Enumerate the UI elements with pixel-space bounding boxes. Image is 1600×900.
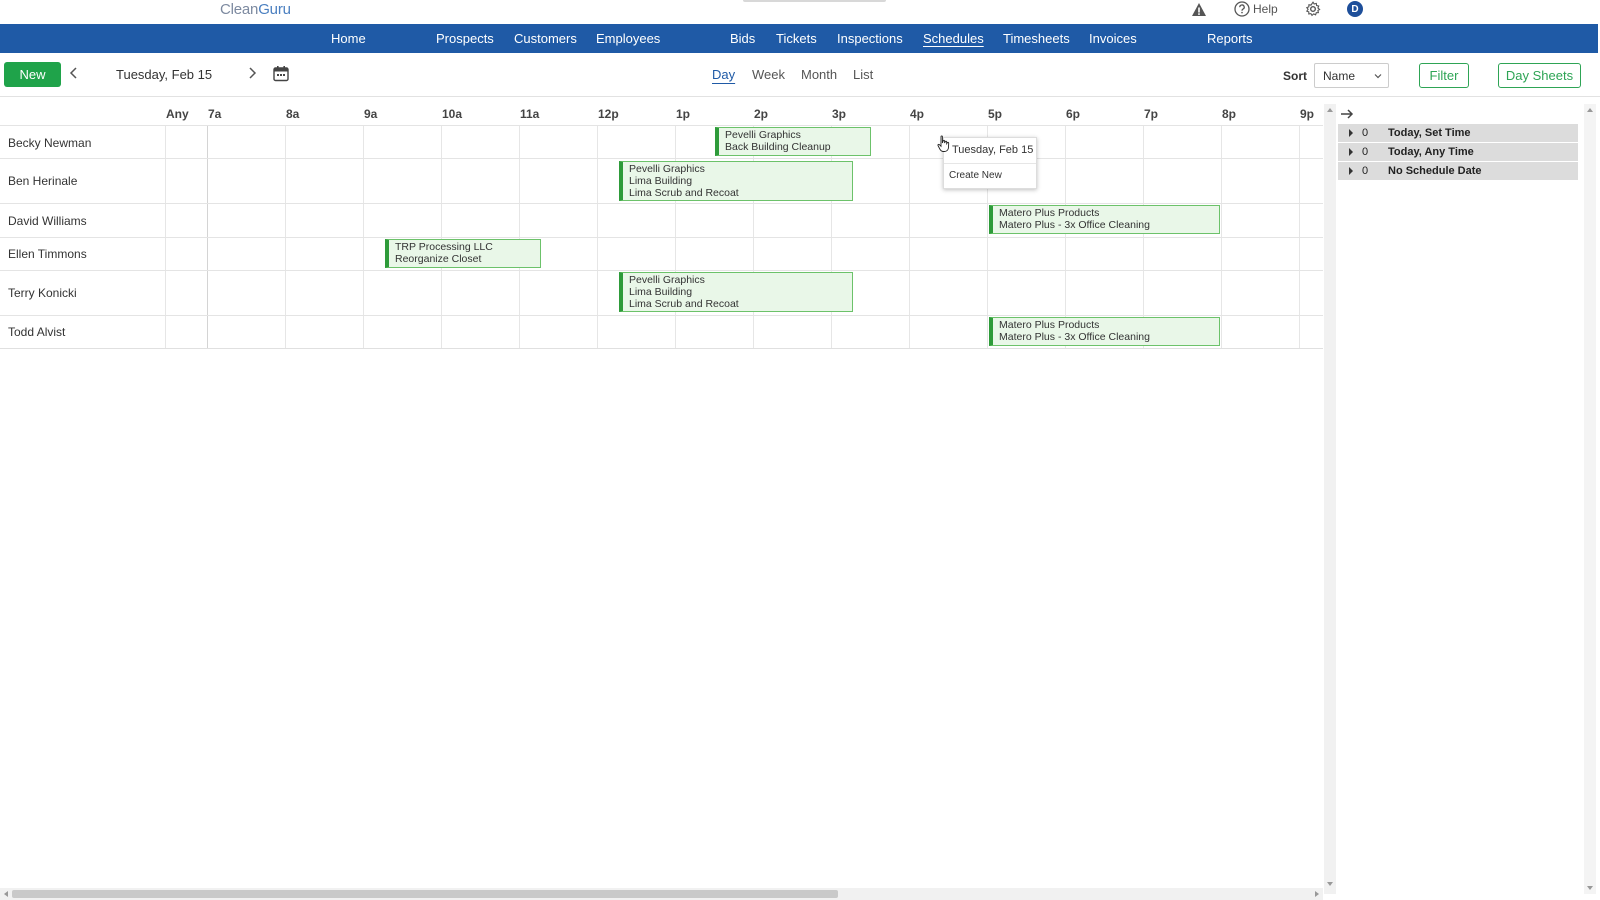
scroll-down-icon[interactable] xyxy=(1326,880,1334,888)
scroll-up-icon[interactable] xyxy=(1586,106,1594,114)
employee-name: Terry Konicki xyxy=(8,286,77,300)
scroll-down-icon[interactable] xyxy=(1586,884,1594,892)
warning-icon[interactable] xyxy=(1191,2,1207,18)
schedule-event[interactable]: Pevelli Graphics Back Building Cleanup xyxy=(715,127,871,156)
schedule-grid: Any 7a 8a 9a 10a 11a 12p 1p 2p 3p 4p 5p … xyxy=(0,101,1323,349)
view-tab-month[interactable]: Month xyxy=(801,67,837,82)
sort-label: Sort xyxy=(1283,69,1307,83)
side-group-today-set-time[interactable]: 0 Today, Set Time xyxy=(1338,124,1578,142)
hour-label: 8p xyxy=(1222,107,1237,121)
nav-prospects[interactable]: Prospects xyxy=(436,31,494,46)
day-sheets-button[interactable]: Day Sheets xyxy=(1498,63,1581,88)
view-tab-week[interactable]: Week xyxy=(752,67,785,82)
scroll-right-icon[interactable] xyxy=(1313,890,1321,898)
scroll-up-icon[interactable] xyxy=(1326,106,1334,114)
scroll-left-icon[interactable] xyxy=(2,890,10,898)
view-tab-list[interactable]: List xyxy=(853,67,873,82)
top-bar: CleanGuru Help D xyxy=(0,0,1600,24)
nav-employees[interactable]: Employees xyxy=(596,31,660,46)
side-group-no-schedule-date[interactable]: 0 No Schedule Date xyxy=(1338,162,1578,180)
view-tab-day[interactable]: Day xyxy=(712,67,735,82)
hour-label: 10a xyxy=(442,107,463,121)
user-avatar[interactable]: D xyxy=(1347,1,1363,17)
hour-label: 11a xyxy=(520,107,540,121)
group-count: 0 xyxy=(1362,146,1369,158)
current-date-label: Tuesday, Feb 15 xyxy=(116,67,213,82)
nav-timesheets[interactable]: Timesheets xyxy=(1003,31,1070,46)
nav-tickets[interactable]: Tickets xyxy=(776,31,817,46)
hour-label: 7p xyxy=(1144,107,1159,121)
nav-invoices[interactable]: Invoices xyxy=(1089,31,1137,46)
scrollbar-thumb[interactable] xyxy=(12,890,838,898)
nav-customers[interactable]: Customers xyxy=(514,31,577,46)
employee-name: Ellen Timmons xyxy=(8,247,87,261)
employee-name: David Williams xyxy=(8,214,87,228)
schedule-toolbar: New Tuesday, Feb 15 Day Week Month List … xyxy=(0,53,1600,97)
side-group-today-any-time[interactable]: 0 Today, Any Time xyxy=(1338,143,1578,161)
caret-right-icon xyxy=(1349,167,1353,175)
help-icon xyxy=(1234,1,1250,17)
panel-vertical-scrollbar[interactable] xyxy=(1584,104,1596,894)
schedule-event[interactable]: Matero Plus Products Matero Plus - 3x Of… xyxy=(989,205,1220,234)
filter-button[interactable]: Filter xyxy=(1419,63,1469,88)
group-label: No Schedule Date xyxy=(1388,165,1482,177)
employee-name: Becky Newman xyxy=(8,136,92,150)
group-label: Today, Set Time xyxy=(1388,127,1471,139)
popup-date: Tuesday, Feb 15 xyxy=(952,144,1034,156)
hour-label: 6p xyxy=(1066,107,1081,121)
help-link[interactable]: Help xyxy=(1234,0,1278,18)
new-schedule-popup: Tuesday, Feb 15 Create New xyxy=(943,137,1037,189)
employee-name: Ben Herinale xyxy=(8,174,78,188)
hour-label: Any xyxy=(166,107,189,121)
nav-inspections[interactable]: Inspections xyxy=(837,31,903,46)
hour-label: 4p xyxy=(910,107,925,121)
grid-horizontal-scrollbar[interactable] xyxy=(0,888,1323,900)
hour-label: 12p xyxy=(598,107,619,121)
caret-right-icon xyxy=(1349,148,1353,156)
calendar-icon[interactable] xyxy=(273,65,289,82)
hour-label: 3p xyxy=(832,107,847,121)
hour-label: 8a xyxy=(286,107,300,121)
create-new-link[interactable]: Create New xyxy=(949,170,1002,181)
main-nav: Home Prospects Customers Employees Bids … xyxy=(0,24,1598,53)
hour-label: 9p xyxy=(1300,107,1315,121)
employee-name: Todd Alvist xyxy=(8,325,66,339)
group-count: 0 xyxy=(1362,165,1369,177)
chevron-left-icon[interactable] xyxy=(66,65,82,81)
group-count: 0 xyxy=(1362,127,1369,139)
hour-label: 1p xyxy=(676,107,691,121)
hour-label: 7a xyxy=(208,107,222,121)
hour-label: 2p xyxy=(754,107,769,121)
gear-icon[interactable] xyxy=(1305,1,1321,17)
chevron-right-icon[interactable] xyxy=(244,65,260,81)
schedule-event[interactable]: Pevelli Graphics Lima Building Lima Scru… xyxy=(619,272,853,312)
popup-divider xyxy=(944,163,1036,164)
group-label: Today, Any Time xyxy=(1388,146,1474,158)
unscheduled-panel: 0 Today, Set Time 0 Today, Any Time 0 No… xyxy=(1338,124,1578,181)
nav-schedules[interactable]: Schedules xyxy=(923,31,984,46)
schedule-row[interactable]: Ellen Timmons xyxy=(0,237,1323,270)
schedule-event[interactable]: Pevelli Graphics Lima Building Lima Scru… xyxy=(619,161,853,201)
app-logo[interactable]: CleanGuru xyxy=(220,1,291,18)
grid-vertical-scrollbar[interactable] xyxy=(1324,104,1336,894)
chevron-down-icon xyxy=(1374,74,1382,79)
hour-label: 5p xyxy=(988,107,1003,121)
arrow-right-icon[interactable] xyxy=(1339,106,1355,122)
schedule-row[interactable]: Becky Newman xyxy=(0,125,1323,158)
schedule-event[interactable]: Matero Plus Products Matero Plus - 3x Of… xyxy=(989,317,1220,346)
top-notch xyxy=(743,0,886,2)
schedule-event[interactable]: TRP Processing LLC Reorganize Closet xyxy=(385,239,541,268)
nav-reports[interactable]: Reports xyxy=(1207,31,1253,46)
hand-cursor-icon xyxy=(937,135,950,152)
grid-bottom-line xyxy=(0,348,1323,349)
caret-right-icon xyxy=(1349,129,1353,137)
nav-bids[interactable]: Bids xyxy=(730,31,755,46)
sort-select[interactable]: Name xyxy=(1314,63,1389,88)
new-button[interactable]: New xyxy=(4,62,61,87)
help-label: Help xyxy=(1253,2,1278,16)
nav-home[interactable]: Home xyxy=(331,31,366,46)
hour-label: 9a xyxy=(364,107,378,121)
